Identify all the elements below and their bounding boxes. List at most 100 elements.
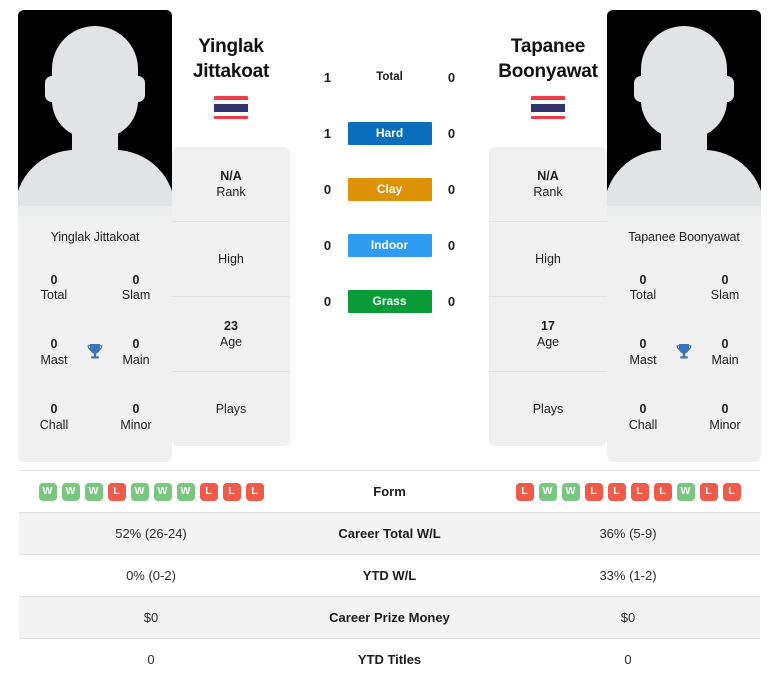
left-titles-main-value: 0 <box>132 337 140 352</box>
career-total-wl-left: 52% (26-24) <box>115 526 187 541</box>
left-titles-chall: 0 Chall <box>28 402 80 433</box>
row-label-career-prize-money: Career Prize Money <box>329 610 450 625</box>
left-high-row: High <box>172 222 290 298</box>
form-result-badge: W <box>38 482 57 501</box>
form-result-badge: L <box>607 482 626 501</box>
table-row-career-total-wl: 52% (26-24) Career Total W/L 36% (5-9) <box>19 512 760 555</box>
h2h-indoor-badge[interactable]: Indoor <box>347 234 432 257</box>
right-age-row: 17 Age <box>489 297 607 373</box>
h2h-indoor-left-score: 0 <box>323 238 332 253</box>
left-titles-mast-label: Mast <box>40 352 68 367</box>
left-age-label: Age <box>219 335 243 350</box>
right-titles-row-1: 0 Total 0 Slam <box>607 265 761 311</box>
career-total-wl-right: 36% (5-9) <box>599 526 657 541</box>
h2h-total-left-score: 1 <box>323 70 332 85</box>
form-result-badge: W <box>561 482 580 501</box>
form-result-badge: L <box>199 482 218 501</box>
h2h-row-total: 1 Total 0 <box>290 66 489 89</box>
row-label-form: Form <box>373 484 406 499</box>
flag-thailand-icon <box>531 96 565 120</box>
avatar-ear-right-shape <box>131 76 145 102</box>
right-high-label: High <box>535 252 561 267</box>
trophy-icon <box>671 340 697 366</box>
right-rank-label: Rank <box>533 185 563 200</box>
form-result-badge: L <box>222 482 241 501</box>
right-rank-value: N/A <box>537 168 559 183</box>
form-result-badge: W <box>538 482 557 501</box>
table-row-ytd-wl: 0% (0-2) YTD W/L 33% (1-2) <box>19 554 760 597</box>
h2h-row-grass: 0 Grass 0 <box>290 290 489 313</box>
form-right-cell: LWWLLLLWLL <box>496 471 760 513</box>
right-titles-minor-label: Minor <box>709 417 741 432</box>
right-player-card[interactable]: Tapanee Boonyawat 0 Total 0 Slam 0 Mast … <box>607 10 761 462</box>
left-player-info-card: N/A Rank High 23 Age Plays <box>172 147 290 447</box>
form-result-badge: L <box>699 482 718 501</box>
right-titles-slam: 0 Slam <box>699 273 751 304</box>
h2h-hard-left-score: 1 <box>323 126 332 141</box>
right-titles-minor-value: 0 <box>721 402 729 417</box>
right-titles-total-label: Total <box>629 288 657 303</box>
form-result-badge: L <box>107 482 126 501</box>
h2h-total-right-score: 0 <box>447 70 456 85</box>
left-titles-minor-label: Minor <box>120 417 152 432</box>
h2h-hard-badge[interactable]: Hard <box>347 122 432 145</box>
left-player-card[interactable]: Yinglak Jittakoat 0 Total 0 Slam 0 Mast … <box>18 10 172 462</box>
left-titles-chall-label: Chall <box>39 417 69 432</box>
left-player-photo <box>18 10 172 216</box>
right-titles-mast-value: 0 <box>639 337 647 352</box>
form-left-cell: WWWLWWWLLL <box>19 471 283 513</box>
right-player-column: Tapanee Boonyawat 0 Total 0 Slam 0 Mast … <box>607 10 761 462</box>
form-result-badge: L <box>245 482 264 501</box>
left-age-row: 23 Age <box>172 297 290 373</box>
right-titles-main-value: 0 <box>721 337 729 352</box>
left-form-strip: WWWLWWWLLL <box>19 482 283 501</box>
left-titles-total-value: 0 <box>50 272 58 287</box>
h2h-clay-badge[interactable]: Clay <box>347 178 432 201</box>
right-titles-main-label: Main <box>711 352 739 367</box>
h2h-row-indoor: 0 Indoor 0 <box>290 234 489 257</box>
right-first-name: Tapanee <box>510 36 586 57</box>
left-titles-total-label: Total <box>40 288 68 303</box>
left-titles-row-1: 0 Total 0 Slam <box>18 265 172 311</box>
right-titles-grid: 0 Total 0 Slam 0 Mast 0 Main 0 Chall 0 M… <box>607 256 761 462</box>
table-row-career-prize-money: $0 Career Prize Money $0 <box>19 596 760 639</box>
left-rank-row: N/A Rank <box>172 147 290 223</box>
h2h-total-label: Total <box>376 71 403 83</box>
right-player-display-name: Tapanee Boonyawat <box>498 34 598 84</box>
ytd-titles-right: 0 <box>624 652 632 667</box>
form-result-badge: L <box>653 482 672 501</box>
left-last-name: Jittakoat <box>192 61 270 83</box>
right-titles-total: 0 Total <box>617 273 669 304</box>
ytd-titles-left: 0 <box>147 652 155 667</box>
left-titles-slam-label: Slam <box>121 288 151 303</box>
right-titles-chall-value: 0 <box>639 402 647 417</box>
left-titles-chall-value: 0 <box>50 402 58 417</box>
head-to-head-column: 1 Total 0 1 Hard 0 0 Clay 0 0 Indoor 0 0 <box>290 10 489 313</box>
right-player-name: Tapanee Boonyawat <box>628 230 740 244</box>
left-titles-total: 0 Total <box>28 273 80 304</box>
h2h-grass-right-score: 0 <box>447 294 456 309</box>
left-age-value: 23 <box>224 318 238 333</box>
right-titles-chall: 0 Chall <box>617 402 669 433</box>
right-titles-slam-value: 0 <box>721 272 729 287</box>
left-player-column: Yinglak Jittakoat 0 Total 0 Slam 0 Mast … <box>18 10 172 462</box>
right-plays-label: Plays <box>532 402 564 417</box>
right-form-strip: LWWLLLLWLL <box>496 482 760 501</box>
avatar-baseline <box>18 206 172 216</box>
right-player-info-card: N/A Rank High 17 Age Plays <box>489 147 607 447</box>
right-rank-row: N/A Rank <box>489 147 607 223</box>
left-titles-mast-value: 0 <box>50 337 58 352</box>
form-result-badge: W <box>176 482 195 501</box>
right-titles-chall-label: Chall <box>628 417 658 432</box>
row-label-ytd-wl: YTD W/L <box>362 568 417 583</box>
career-prize-money-left: $0 <box>143 610 159 625</box>
row-label-career-total-wl: Career Total W/L <box>338 526 441 541</box>
ytd-wl-right: 33% (1-2) <box>599 568 657 583</box>
ytd-wl-left: 0% (0-2) <box>126 568 176 583</box>
h2h-indoor-right-score: 0 <box>447 238 456 253</box>
right-titles-slam-label: Slam <box>710 288 740 303</box>
left-plays-row: Plays <box>172 372 290 446</box>
h2h-grass-badge[interactable]: Grass <box>347 290 432 313</box>
left-titles-grid: 0 Total 0 Slam 0 Mast 0 Main 0 Chall 0 M… <box>18 256 172 462</box>
trophy-icon <box>82 340 108 366</box>
